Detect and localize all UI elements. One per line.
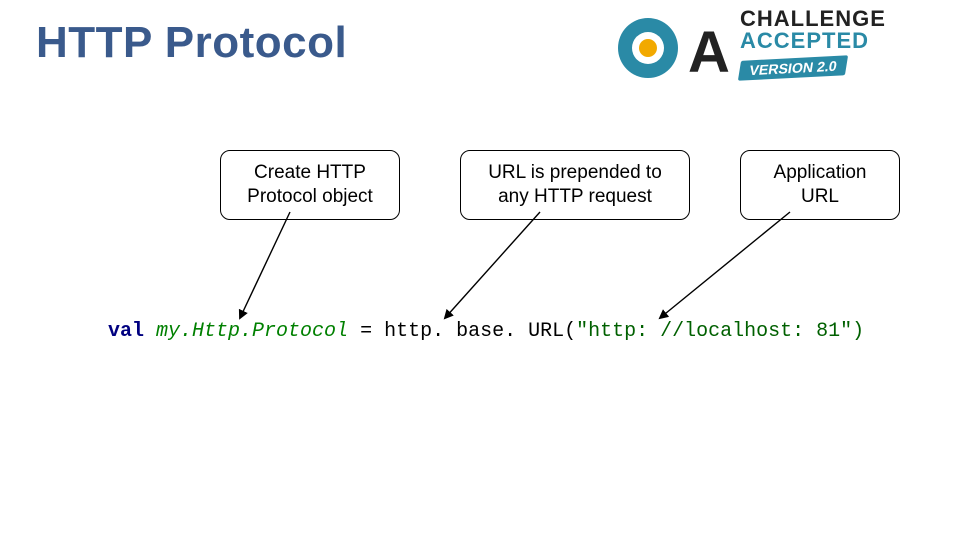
callout-create-object: Create HTTP Protocol object [220,150,400,220]
logo-word-accepted: ACCEPTED [740,30,886,52]
page-title: HTTP Protocol [36,18,347,68]
code-end: ) [852,320,864,343]
code-line: val my.Http.Protocol = http. base. URL("… [108,320,864,343]
logo-word-challenge: CHALLENGE [740,8,886,30]
logo-text: CHALLENGE ACCEPTED [740,8,886,52]
event-logo: A CHALLENGE ACCEPTED VERSION 2.0 [612,6,942,94]
code-keyword: val [108,320,144,343]
oa-mark-icon: A [612,8,732,86]
svg-text:A: A [688,20,730,85]
callout-url-prepended: URL is prepended to any HTTP request [460,150,690,220]
code-middle: = http. base. URL( [348,320,576,343]
logo-version-badge: VERSION 2.0 [738,55,849,81]
code-variable: my.Http.Protocol [144,320,348,343]
slide: HTTP Protocol A CHALLENGE ACCEPTED VERSI… [0,0,960,540]
code-string: "http: //localhost: 81" [576,320,852,343]
callout-application-url: Application URL [740,150,900,220]
